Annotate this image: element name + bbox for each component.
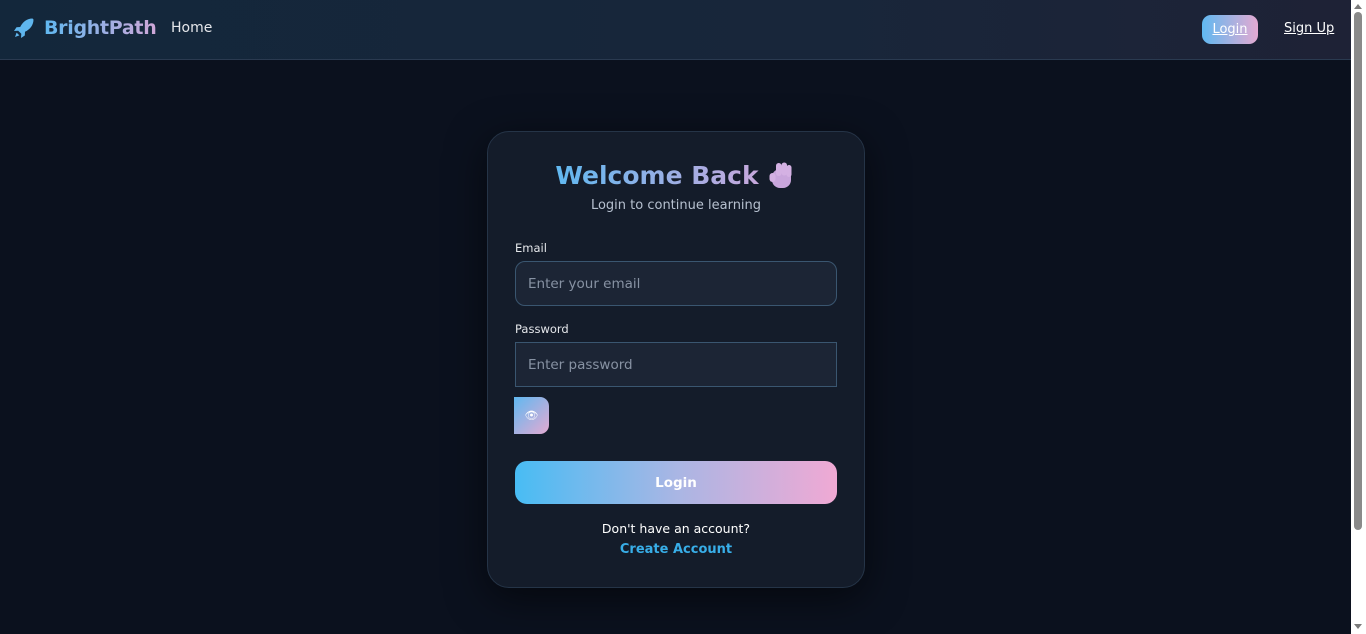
create-account-link[interactable]: Create Account — [488, 542, 864, 557]
toggle-password-button[interactable]: 👁 — [514, 397, 549, 434]
signup-prompt: Don't have an account? — [601, 521, 751, 536]
page-scrollbar[interactable] — [1351, 0, 1366, 634]
email-label: Email — [515, 241, 547, 255]
nav-login-button[interactable]: Login — [1202, 15, 1258, 44]
password-label: Password — [515, 322, 569, 336]
nav-signup-link[interactable]: Sign Up — [1284, 21, 1334, 36]
email-field[interactable] — [515, 261, 837, 306]
scroll-down-arrow[interactable] — [1354, 624, 1362, 629]
top-navbar: BrightPath Home Login Sign Up — [0, 0, 1351, 60]
scroll-up-arrow[interactable] — [1354, 4, 1362, 9]
waving-hand-icon — [769, 162, 792, 188]
brand-name: BrightPath — [44, 17, 157, 39]
card-subtitle: Login to continue learning — [590, 198, 762, 213]
rocket-icon — [14, 18, 34, 38]
password-field[interactable] — [515, 342, 837, 387]
scroll-thumb[interactable] — [1354, 12, 1362, 530]
login-button[interactable]: Login — [515, 461, 837, 504]
card-title: Welcome Back — [555, 160, 759, 190]
brand-logo[interactable]: BrightPath — [12, 16, 157, 40]
card-header: Welcome Back — [488, 160, 864, 190]
login-card: Welcome Back Login to continue learning … — [487, 131, 865, 588]
nav-home-link[interactable]: Home — [171, 20, 212, 36]
eye-icon: 👁 — [524, 409, 539, 422]
